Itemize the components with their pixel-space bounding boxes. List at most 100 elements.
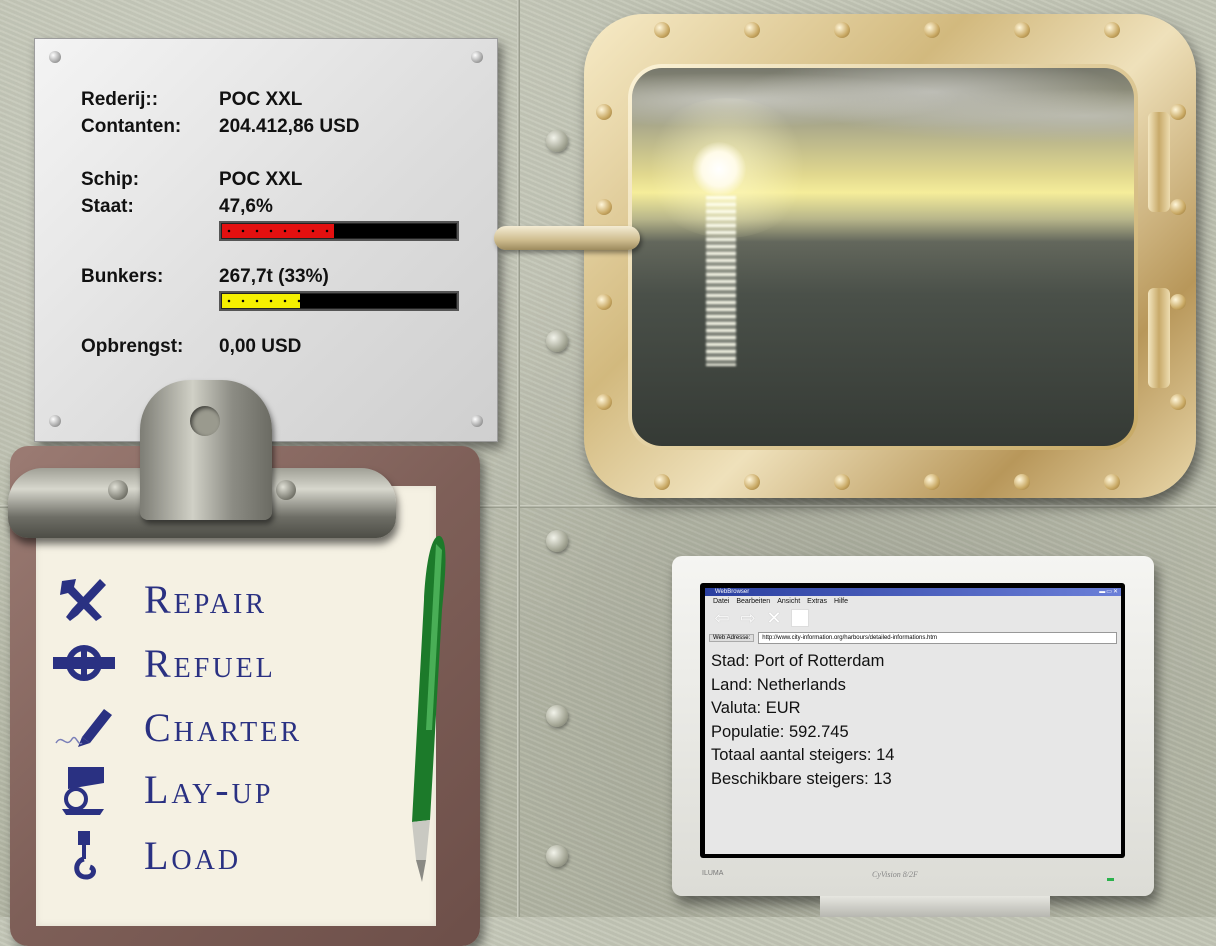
screw-icon — [471, 415, 483, 427]
pen-icon — [390, 530, 450, 890]
power-led-icon — [1107, 878, 1114, 881]
window-controls[interactable]: ▬▭✕ — [1099, 588, 1119, 596]
menu-item-load[interactable]: Load — [48, 828, 241, 884]
porthole — [584, 14, 1196, 498]
browser-menubar: Datei Bearbeiten Ansicht Extras Hilfe — [705, 596, 1121, 607]
hull-rivet — [546, 130, 568, 152]
crane-hook-icon — [48, 830, 120, 882]
cash-value: 204.412,86 USD — [219, 116, 360, 137]
clipboard-clip — [140, 380, 272, 520]
browser-title-bar: WebBrowser ▬▭✕ — [705, 588, 1121, 596]
bolt-icon — [744, 22, 760, 38]
hull-rivet — [546, 845, 568, 867]
bolt-icon — [834, 22, 850, 38]
hull-seam — [517, 0, 520, 917]
sun-reflection — [706, 196, 736, 366]
menu-label-load: Load — [144, 833, 242, 878]
bolt-icon — [1104, 474, 1120, 490]
bolt-icon — [596, 394, 612, 410]
menu-label-lay-up: Lay-up — [144, 767, 274, 812]
company-label: Rederij:: — [81, 89, 159, 110]
screw-icon — [49, 51, 61, 63]
status-plate: Rederij:: POC XXL Contanten: 204.412,86 … — [34, 38, 498, 442]
screw-icon — [108, 480, 128, 500]
monitor-brand: ILUMA — [702, 870, 724, 877]
back-arrow-icon[interactable]: ⇦ — [713, 609, 731, 627]
close-icon[interactable]: ✕ — [765, 609, 783, 627]
bunkers-value: 267,7t (33%) — [219, 266, 329, 287]
bolt-icon — [1104, 22, 1120, 38]
currency-line: Valuta: EUR — [711, 699, 801, 717]
revenue-value: 0,00 USD — [219, 336, 302, 357]
browser-content: Stad: Port of Rotterdam Land: Netherland… — [705, 644, 1121, 791]
sun-icon — [692, 142, 746, 196]
menu-label-refuel: Refuel — [144, 641, 276, 686]
menu-item-repair[interactable]: Repair — [48, 572, 267, 628]
menu-label-repair: Repair — [144, 577, 268, 622]
bolt-icon — [1170, 104, 1186, 120]
bolt-icon — [1014, 22, 1030, 38]
address-input[interactable]: http://www.city-information.org/harbours… — [758, 631, 1117, 644]
browser-window: WebBrowser ▬▭✕ Datei Bearbeiten Ansicht … — [705, 588, 1121, 854]
fuel-valve-icon — [48, 638, 120, 690]
total-berths-line: Totaal aantal steigers: 14 — [711, 746, 895, 764]
clip-hole — [190, 406, 220, 436]
address-bar: Web Adresse: http://www.city-information… — [705, 631, 1121, 644]
bolt-icon — [1170, 394, 1186, 410]
company-value: POC XXL — [219, 89, 303, 110]
screw-icon — [49, 415, 61, 427]
wrench-screwdriver-icon — [48, 574, 120, 626]
porthole-hinge — [1148, 112, 1170, 212]
porthole-handle — [494, 226, 640, 250]
menu-item-charter[interactable]: Charter — [48, 700, 302, 756]
menu-ansicht[interactable]: Ansicht — [777, 596, 800, 607]
state-value: 47,6% — [219, 196, 273, 217]
porthole-hinge — [1148, 288, 1170, 388]
state-gauge-fill — [222, 224, 335, 238]
bunkers-label: Bunkers: — [81, 266, 164, 287]
city-line: Stad: Port of Rotterdam — [711, 652, 885, 670]
forward-arrow-icon[interactable]: ⇨ — [739, 609, 757, 627]
fountain-pen-icon — [48, 702, 120, 754]
stop-icon[interactable] — [791, 609, 809, 627]
browser-toolbar: ⇦ ⇨ ✕ — [705, 607, 1121, 629]
monitor-model: CyVision 8/2F — [872, 870, 918, 879]
sea-view — [632, 68, 1134, 446]
menu-item-refuel[interactable]: Refuel — [48, 636, 276, 692]
address-label: Web Adresse: — [709, 633, 755, 642]
monitor-stand — [820, 896, 1050, 917]
bolt-icon — [596, 104, 612, 120]
ship-label: Schip: — [81, 169, 140, 190]
bolt-icon — [654, 474, 670, 490]
cash-label: Contanten: — [81, 116, 182, 137]
hull-rivet — [546, 530, 568, 552]
bunkers-gauge — [219, 291, 459, 311]
menu-extras[interactable]: Extras — [807, 596, 827, 607]
country-line: Land: Netherlands — [711, 675, 846, 694]
state-gauge — [219, 221, 459, 241]
browser-title: WebBrowser — [715, 589, 750, 595]
bolt-icon — [924, 22, 940, 38]
screw-icon — [471, 51, 483, 63]
bunkers-gauge-fill — [222, 294, 300, 308]
hull-rivet — [546, 330, 568, 352]
state-label: Staat: — [81, 196, 134, 217]
bolt-icon — [596, 199, 612, 215]
bolt-icon — [1170, 294, 1186, 310]
menu-label-charter: Charter — [144, 705, 302, 750]
bolt-icon — [834, 474, 850, 490]
bolt-icon — [1170, 199, 1186, 215]
revenue-label: Opbrengst: — [81, 336, 184, 357]
bolt-icon — [654, 22, 670, 38]
ship-value: POC XXL — [219, 169, 303, 190]
menu-item-lay-up[interactable]: Lay-up — [48, 762, 273, 818]
bolt-icon — [744, 474, 760, 490]
menu-bearbeiten[interactable]: Bearbeiten — [736, 596, 770, 607]
bolt-icon — [1014, 474, 1030, 490]
bolt-icon — [596, 294, 612, 310]
available-berths-line: Beschikbare steigers: 13 — [711, 769, 892, 788]
population-line: Populatie: 592.745 — [711, 722, 849, 741]
menu-datei[interactable]: Datei — [713, 596, 729, 607]
hull-rivet — [546, 705, 568, 727]
menu-hilfe[interactable]: Hilfe — [834, 596, 848, 607]
